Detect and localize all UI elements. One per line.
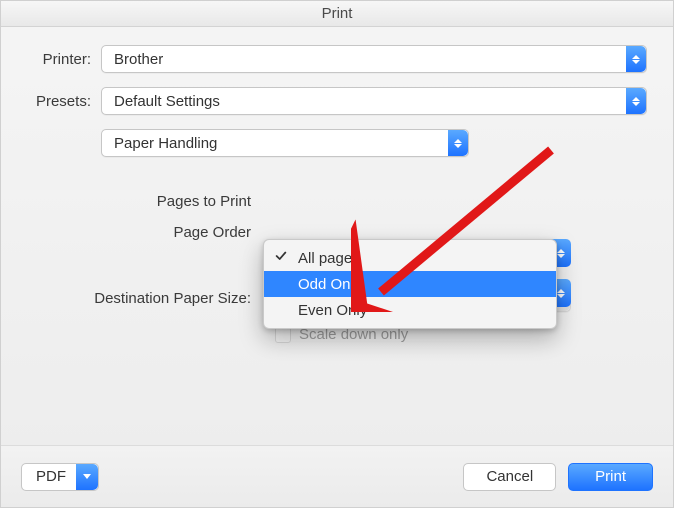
updown-icon [626,46,646,72]
section-value: Paper Handling [114,135,217,152]
print-button[interactable]: Print [568,463,653,491]
pages-to-print-label: Pages to Print [27,193,263,210]
menu-item-label: Odd Only [298,276,361,293]
checkmark-icon [274,249,290,265]
pages-to-print-menu[interactable]: All pages Odd Only Even Only [263,239,557,329]
menu-item-label: All pages [298,250,360,267]
pages-to-print-row: Pages to Print [27,193,647,210]
presets-label: Presets: [27,93,101,110]
window-title: Print [322,5,353,22]
section-select[interactable]: Paper Handling [101,129,469,157]
chevron-down-icon [76,464,98,490]
presets-select[interactable]: Default Settings [101,87,647,115]
menu-item-even-only[interactable]: Even Only [264,297,556,323]
dialog-content: Printer: Brother Presets: Default Settin… [1,27,673,445]
printer-label: Printer: [27,51,101,68]
titlebar: Print [1,1,673,27]
presets-row: Presets: Default Settings [27,87,647,115]
footer: PDF Cancel Print [1,445,673,507]
presets-value: Default Settings [114,93,220,110]
cancel-button[interactable]: Cancel [463,463,556,491]
page-order-label: Page Order [27,224,263,241]
updown-icon [448,130,468,156]
printer-value: Brother [114,51,163,68]
menu-item-label: Even Only [298,302,367,319]
printer-select[interactable]: Brother [101,45,647,73]
menu-item-all-pages[interactable]: All pages [264,245,556,271]
pdf-label: PDF [36,468,66,485]
menu-item-odd-only[interactable]: Odd Only [264,271,556,297]
section-row: Paper Handling [101,129,647,157]
print-dialog: Print Printer: Brother Presets: Default … [0,0,674,508]
pdf-menu-button[interactable]: PDF [21,463,99,491]
updown-icon [626,88,646,114]
printer-row: Printer: Brother [27,45,647,73]
dest-paper-label: Destination Paper Size: [27,290,263,307]
